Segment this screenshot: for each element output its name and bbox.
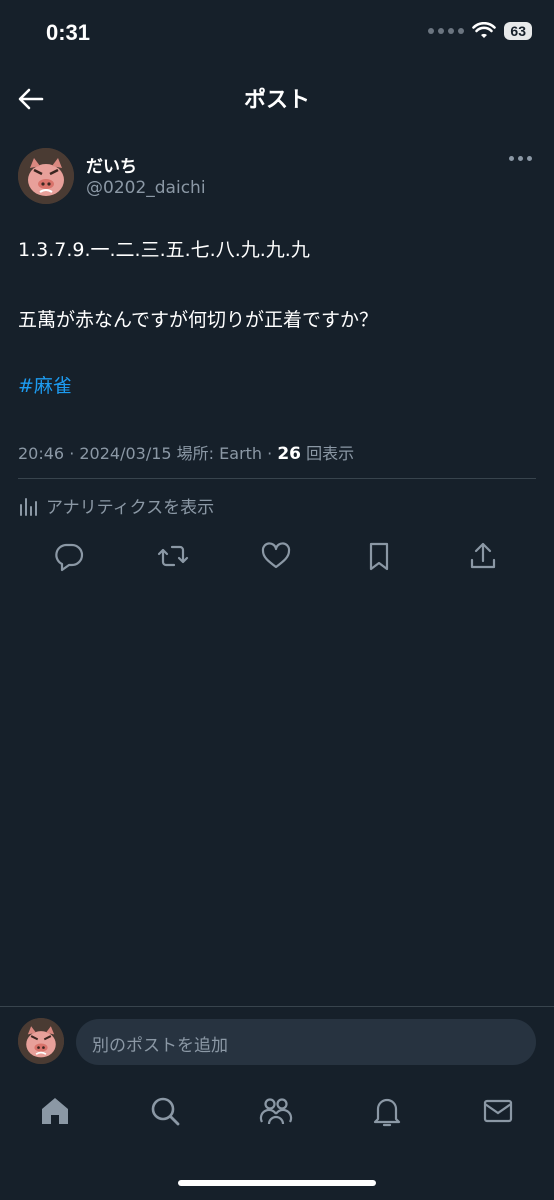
avatar[interactable] — [18, 1018, 64, 1064]
avatar[interactable] — [18, 148, 74, 204]
home-icon[interactable] — [38, 1094, 72, 1128]
composer-divider — [0, 1006, 554, 1007]
signal-icon — [428, 28, 465, 34]
analytics-link[interactable]: アナリティクスを表示 — [18, 493, 214, 518]
post-meta: 20:46 · 2024/03/15 場所: Earth · 26 回表示 — [18, 440, 354, 464]
communities-icon[interactable] — [259, 1094, 293, 1128]
analytics-icon — [20, 497, 37, 516]
bottom-tab-bar — [0, 1090, 554, 1140]
hashtag-link[interactable]: #麻雀 — [18, 372, 72, 400]
reply-icon[interactable] — [51, 538, 87, 574]
analytics-label: アナリティクスを表示 — [46, 498, 215, 518]
author-name[interactable]: だいち — [86, 152, 137, 177]
more-icon[interactable] — [509, 156, 532, 161]
bookmark-icon[interactable] — [361, 538, 397, 574]
status-bar: 0:31 63 — [0, 0, 554, 70]
bell-icon[interactable] — [370, 1094, 404, 1128]
view-label: 回表示 — [301, 444, 355, 463]
heart-icon[interactable] — [258, 538, 294, 574]
share-icon[interactable] — [465, 538, 501, 574]
post-text-line-1: 1.3.7.9.一.二.三.五.七.八.九.九.九 — [18, 239, 310, 261]
pig-avatar-image — [18, 1018, 64, 1064]
post-actions — [0, 538, 554, 578]
post-text-line-2: 五萬が赤なんですが何切りが正着ですか？ — [18, 309, 379, 331]
status-indicators: 63 — [428, 22, 532, 40]
divider — [18, 478, 536, 479]
home-indicator — [178, 1180, 376, 1186]
pig-avatar-image — [18, 148, 74, 204]
reply-input[interactable]: 別のポストを追加 — [76, 1019, 536, 1065]
view-count: 26 — [277, 444, 301, 464]
repost-icon[interactable] — [155, 538, 191, 574]
post-author: だいち @0202_daichi — [18, 146, 536, 206]
search-icon[interactable] — [148, 1094, 182, 1128]
post-timestamp-location: 20:46 · 2024/03/15 場所: Earth · — [18, 444, 278, 463]
post-header-bar: ポスト — [0, 70, 554, 126]
author-handle[interactable]: @0202_daichi — [86, 178, 206, 198]
reply-placeholder: 別のポストを追加 — [92, 1036, 228, 1056]
status-time: 0:31 — [46, 20, 91, 45]
battery-indicator: 63 — [504, 22, 532, 40]
page-title: ポスト — [243, 88, 310, 113]
wifi-icon — [472, 22, 497, 38]
mail-icon[interactable] — [481, 1094, 515, 1128]
